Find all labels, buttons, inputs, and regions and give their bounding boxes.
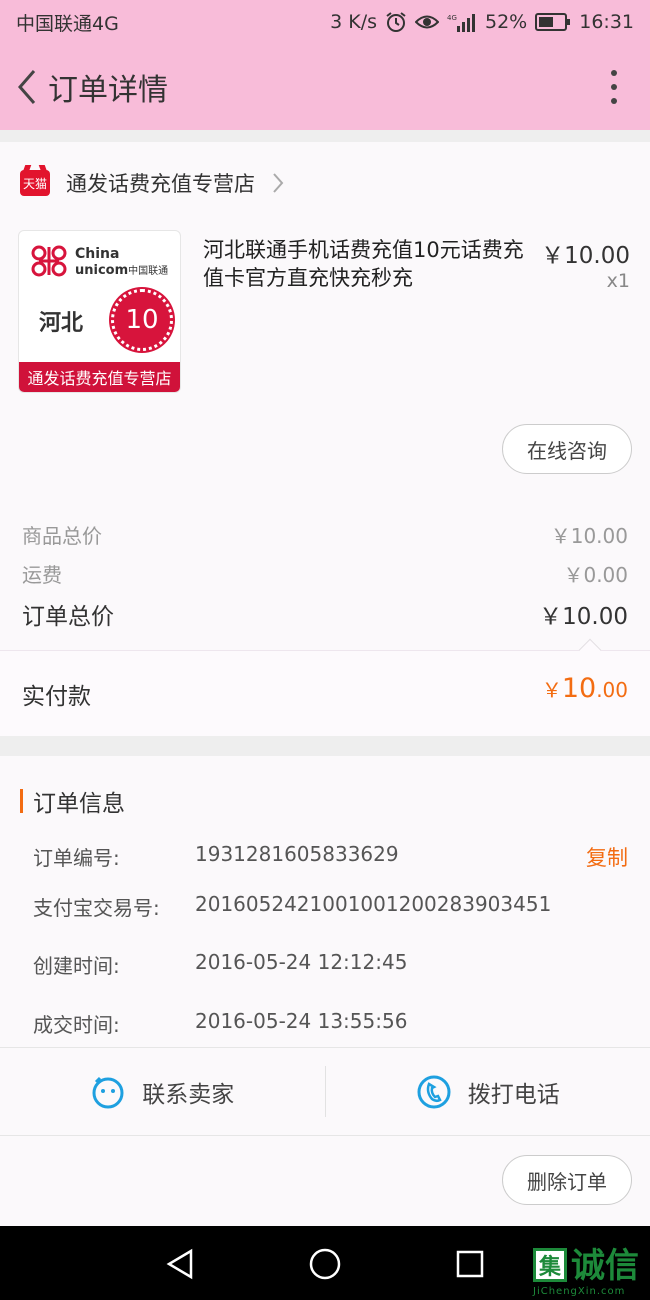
deal-time-row: 成交时间: 2016-05-24 13:55:56 xyxy=(33,1009,628,1038)
eye-icon xyxy=(415,13,439,31)
order-info-card: 订单信息 订单编号: 1931281605833629 复制 支付宝交易号: 2… xyxy=(0,756,650,1226)
paid-amount: ￥10.00 xyxy=(541,673,628,704)
order-total-value: ￥10.00 xyxy=(539,604,628,630)
alipay-trade-row: 支付宝交易号: 2016052421001001200283903451 xyxy=(33,892,628,921)
thumb-brand-line2: unicom中国联通 xyxy=(75,263,169,278)
goods-total-value: ￥10.00 xyxy=(550,524,628,548)
order-number-value: 1931281605833629 xyxy=(195,842,399,866)
title-bar: 订单详情 xyxy=(0,44,650,130)
thumb-banner: 通发话费充值专营店 xyxy=(19,362,180,392)
info-label: 支付宝交易号: xyxy=(33,896,160,920)
signal-icon: 4G xyxy=(447,12,477,32)
svg-text:4G: 4G xyxy=(447,14,457,22)
thumb-value-badge: 10 xyxy=(111,289,173,351)
shop-name: 通发话费充值专营店 xyxy=(66,172,255,196)
order-total-row: 订单总价 ￥10.00 xyxy=(22,597,628,631)
shipping-label: 运费 xyxy=(22,563,62,587)
delete-order-button[interactable]: 删除订单 xyxy=(502,1155,632,1205)
nav-back-button[interactable] xyxy=(160,1244,200,1284)
back-button[interactable] xyxy=(4,57,48,117)
chevron-left-icon xyxy=(18,70,36,104)
more-menu-button[interactable] xyxy=(604,67,624,107)
chevron-right-icon xyxy=(271,172,285,194)
deal-time-value: 2016-05-24 13:55:56 xyxy=(195,1009,408,1033)
order-number-row: 订单编号: 1931281605833629 复制 xyxy=(33,842,628,872)
created-time-value: 2016-05-24 12:12:45 xyxy=(195,950,408,974)
contact-seller-button[interactable]: 联系卖家 xyxy=(0,1048,325,1135)
china-unicom-logo-icon xyxy=(31,245,67,277)
thumb-brand-line1: China xyxy=(75,246,120,262)
product-quantity: x1 xyxy=(606,270,630,292)
info-label: 订单编号: xyxy=(33,846,120,870)
phone-icon xyxy=(417,1075,451,1108)
copy-button[interactable]: 复制 xyxy=(586,842,628,872)
watermark-logo: 集 xyxy=(533,1248,567,1282)
network-speed: 3 K/s xyxy=(330,11,377,33)
product-thumbnail[interactable]: China unicom中国联通 河北 10 通发话费充值专营店 xyxy=(18,230,181,393)
carrier-text: 中国联通4G xyxy=(16,12,119,35)
shipping-row: 运费 ￥0.00 xyxy=(22,559,628,588)
call-phone-button[interactable]: 拨打电话 xyxy=(326,1048,650,1135)
circle-home-icon xyxy=(309,1248,341,1280)
nav-home-button[interactable] xyxy=(305,1244,345,1284)
square-recents-icon xyxy=(456,1250,484,1278)
info-label: 创建时间: xyxy=(33,954,120,978)
order-total-label: 订单总价 xyxy=(22,604,114,630)
status-bar: 中国联通4G 3 K/s 4G 52% 16:31 xyxy=(0,0,650,44)
shop-card: 天猫 通发话费充值专营店 China unicom中国联通 河北 10 通发话费… xyxy=(0,142,650,736)
section-divider xyxy=(0,736,650,756)
heading-accent-bar xyxy=(20,789,23,813)
alipay-trade-value: 2016052421001001200283903451 xyxy=(195,892,552,916)
goods-total-label: 商品总价 xyxy=(22,524,102,548)
thumb-brand-cn: 中国联通 xyxy=(128,266,169,277)
shop-link[interactable]: 天猫 通发话费充值专营店 xyxy=(20,168,285,198)
product-price: ￥10.00 xyxy=(541,243,630,269)
clock-time: 16:31 xyxy=(579,11,634,33)
created-time-row: 创建时间: 2016-05-24 12:12:45 xyxy=(33,950,628,979)
shipping-value: ￥0.00 xyxy=(563,563,628,587)
alarm-icon xyxy=(385,11,407,33)
paid-label: 实付款 xyxy=(22,684,91,710)
goods-total-row: 商品总价 ￥10.00 xyxy=(22,520,628,549)
more-dots-icon xyxy=(611,70,617,76)
info-label: 成交时间: xyxy=(33,1013,120,1037)
order-info-heading: 订单信息 xyxy=(20,784,125,818)
call-phone-label: 拨打电话 xyxy=(467,1081,560,1108)
battery-icon xyxy=(535,13,571,31)
chat-face-icon xyxy=(92,1076,124,1108)
nav-recents-button[interactable] xyxy=(450,1244,490,1284)
action-bar: 联系卖家 拨打电话 xyxy=(0,1047,650,1136)
triangle-back-icon xyxy=(166,1248,193,1280)
watermark-subtext: JiChengXin.com xyxy=(533,1286,626,1297)
tmall-badge-icon: 天猫 xyxy=(20,170,50,196)
product-title[interactable]: 河北联通手机话费充值10元话费充值卡官方直充快充秒充 xyxy=(203,236,538,292)
online-consult-button[interactable]: 在线咨询 xyxy=(502,424,632,474)
battery-percent: 52% xyxy=(485,11,528,33)
thumb-province: 河北 xyxy=(39,311,84,336)
section-divider xyxy=(0,130,650,142)
watermark-text: 诚信 xyxy=(571,1246,639,1286)
page-title: 订单详情 xyxy=(48,73,168,108)
paid-amount-box: 实付款 ￥10.00 xyxy=(0,650,650,736)
contact-seller-label: 联系卖家 xyxy=(142,1081,235,1108)
site-watermark: 集 诚信 JiChengXin.com xyxy=(533,1246,639,1297)
